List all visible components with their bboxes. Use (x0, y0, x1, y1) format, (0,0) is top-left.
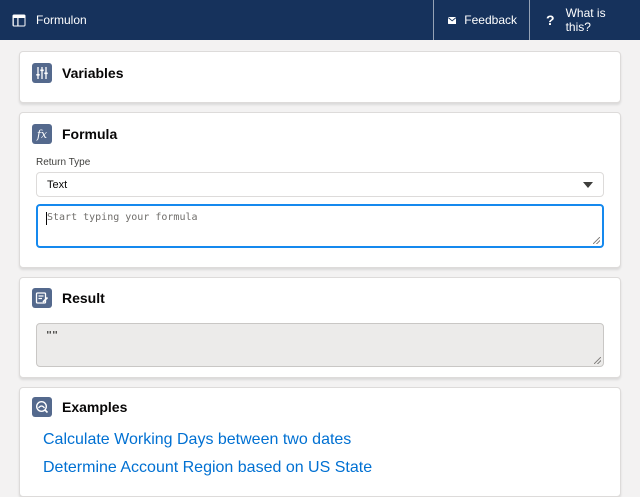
formula-placeholder: Start typing your formula (47, 212, 198, 223)
sliders-icon (32, 63, 52, 83)
return-type-label: Return Type (36, 157, 91, 168)
example-link-account-region[interactable]: Determine Account Region based on US Sta… (43, 459, 604, 477)
what-is-this-button[interactable]: ? What is this? (529, 0, 640, 40)
feedback-label: Feedback (464, 13, 517, 27)
variables-card: Variables (19, 51, 621, 103)
result-output[interactable]: "" (36, 323, 604, 367)
brand: Formulon (0, 0, 433, 40)
result-card: Result "" (19, 277, 621, 378)
envelope-icon (448, 16, 457, 24)
help-label: What is this? (565, 6, 606, 34)
resize-grip-icon[interactable] (594, 357, 601, 364)
app-window-icon (12, 14, 26, 27)
result-title: Result (62, 290, 105, 306)
question-icon: ? (546, 12, 555, 28)
formula-input[interactable]: Start typing your formula (36, 204, 604, 248)
function-fx-icon: fx (32, 124, 52, 144)
result-value: "" (46, 330, 59, 341)
result-icon (32, 288, 52, 308)
resize-grip-icon[interactable] (593, 237, 600, 244)
example-link-working-days[interactable]: Calculate Working Days between two dates (43, 431, 604, 449)
result-header: Result (32, 286, 604, 310)
top-navigation-bar: Formulon Feedback ? What is this? (0, 0, 640, 40)
return-type-value: Text (47, 178, 68, 191)
formula-title: Formula (62, 126, 118, 142)
formula-card: fx Formula Return Type Text Start typing… (19, 112, 621, 268)
examples-header: Examples (32, 395, 604, 419)
return-type-select[interactable]: Text (36, 172, 604, 197)
variables-title: Variables (62, 65, 124, 81)
app-title: Formulon (36, 13, 87, 27)
examples-card: Examples Calculate Working Days between … (19, 387, 621, 497)
examples-title: Examples (62, 399, 128, 415)
formula-header: fx Formula (32, 122, 604, 146)
chevron-down-icon (583, 181, 593, 188)
variables-header: Variables (32, 61, 608, 85)
feedback-button[interactable]: Feedback (433, 0, 529, 40)
examples-icon (32, 397, 52, 417)
